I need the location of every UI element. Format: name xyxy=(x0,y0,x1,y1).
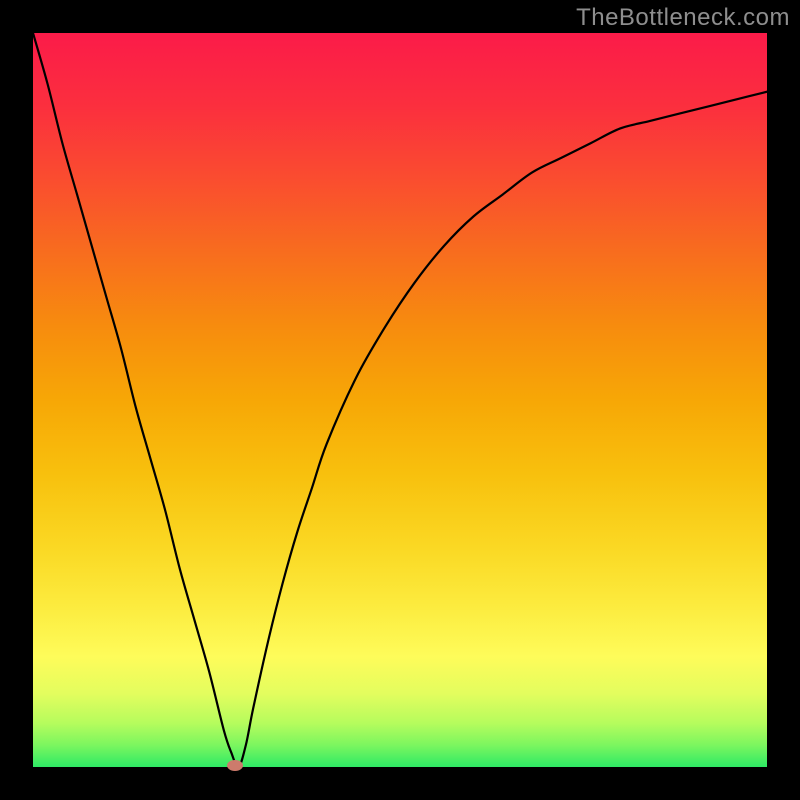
gradient-bg xyxy=(33,33,767,767)
minimum-marker xyxy=(227,760,243,771)
chart-frame: TheBottleneck.com xyxy=(0,0,800,800)
watermark-text: TheBottleneck.com xyxy=(576,4,790,32)
chart-svg xyxy=(33,33,767,767)
